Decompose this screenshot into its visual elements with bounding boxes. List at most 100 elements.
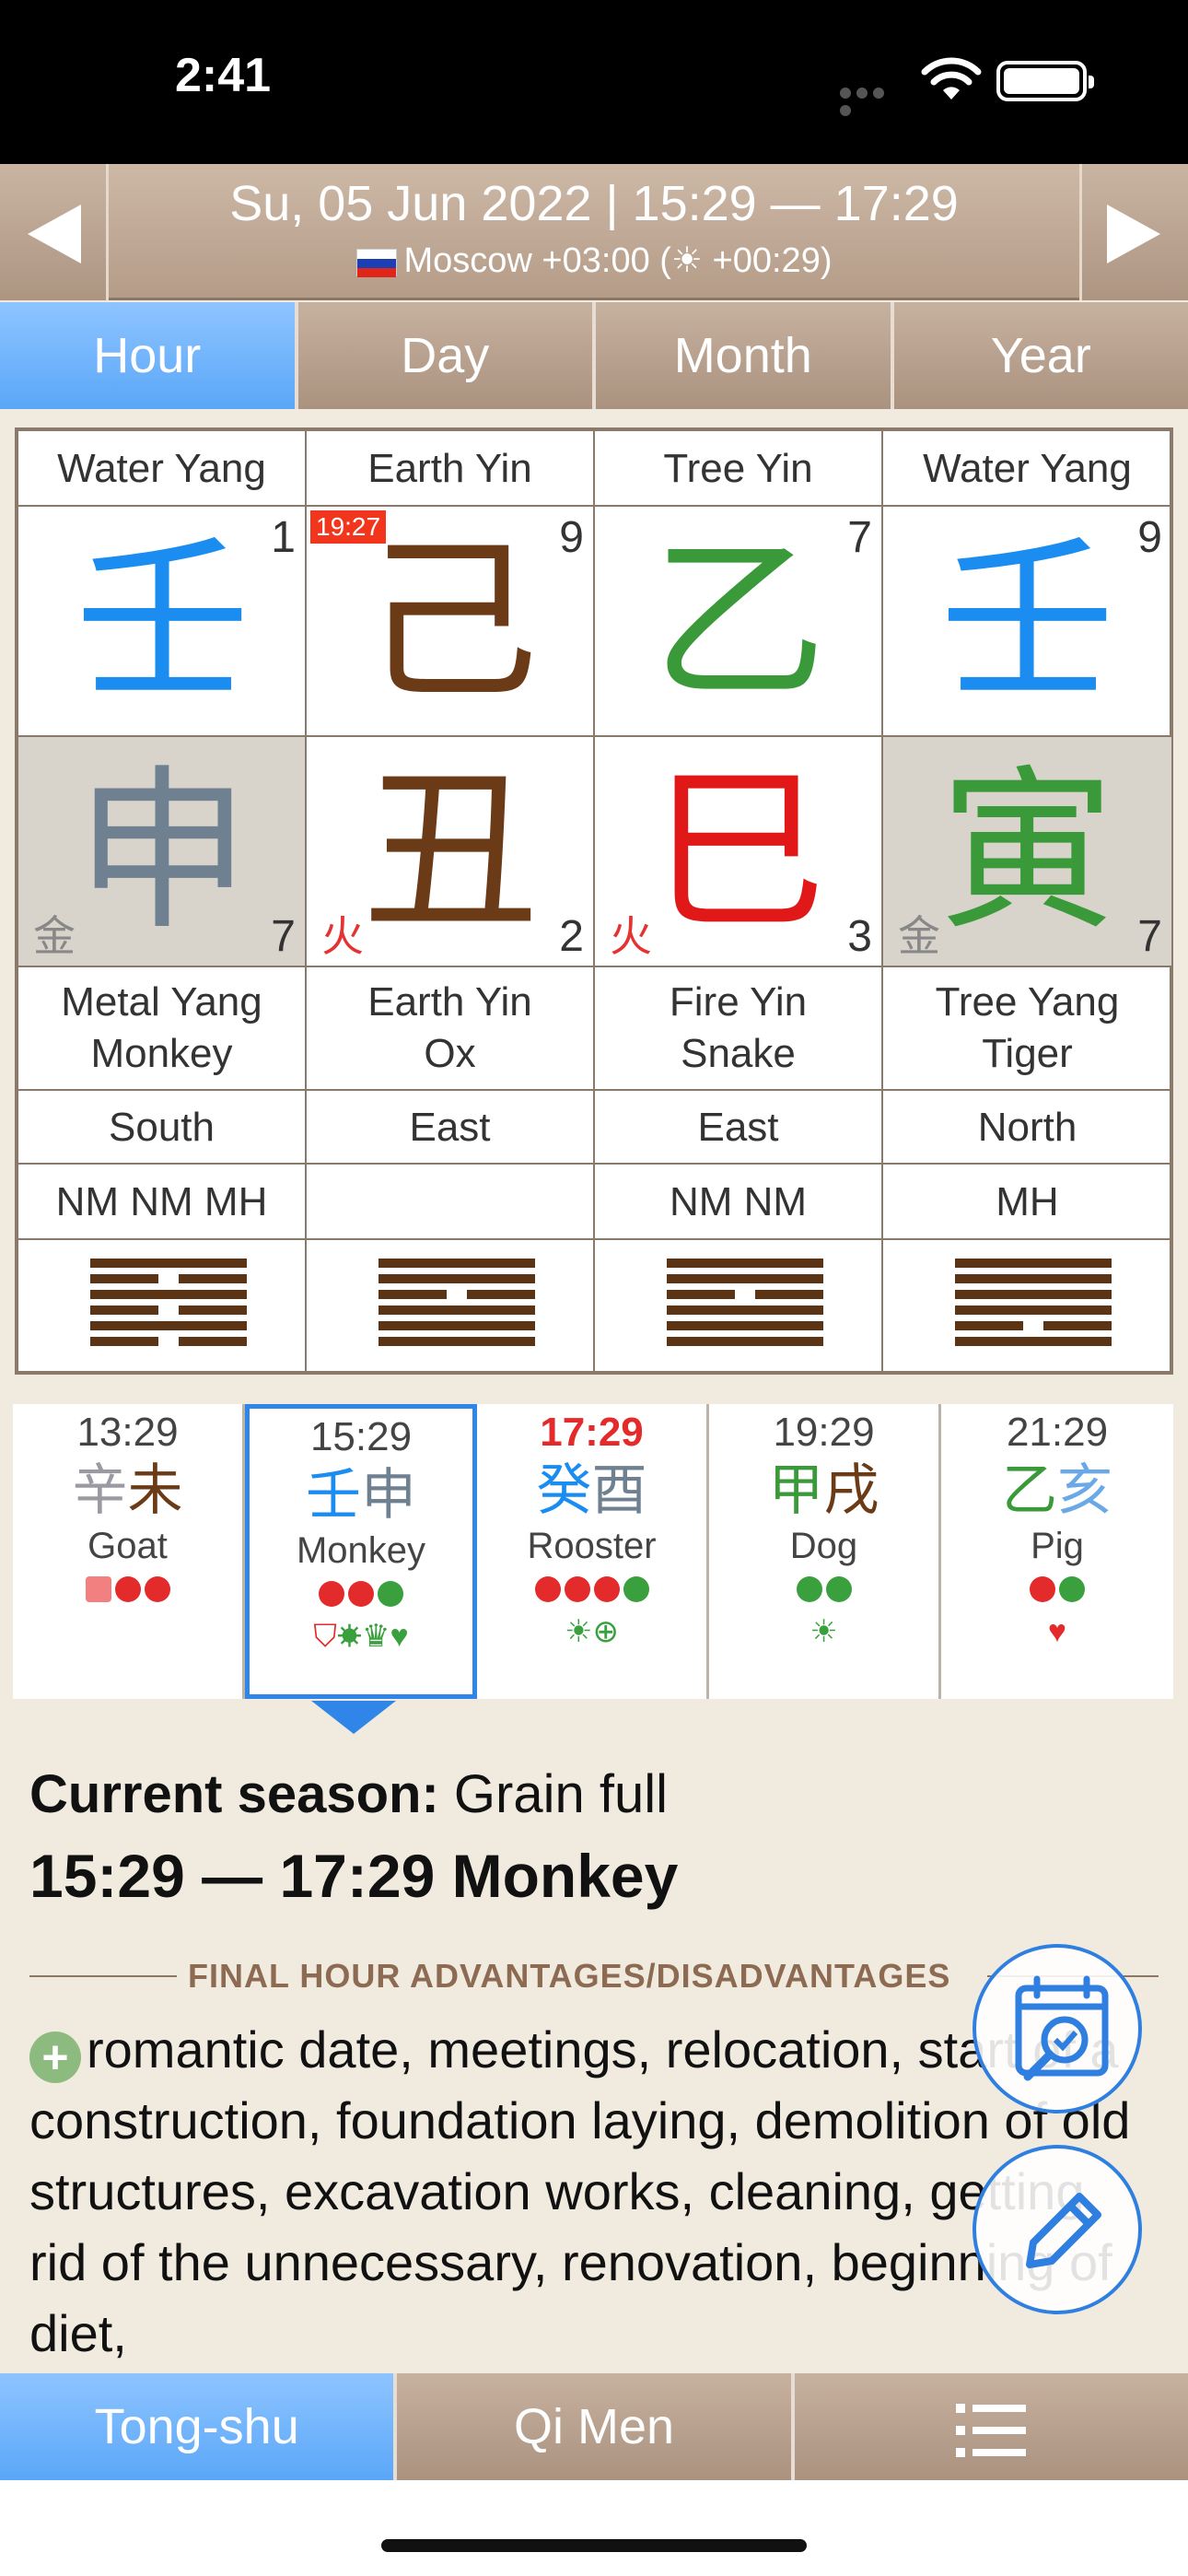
hour-time: 21:29 [1006,1410,1109,1455]
branch-element-symbol: 火 [610,912,652,960]
earthly-branch-cell[interactable]: 丑 火 2 [307,737,595,967]
red-dot-icon [564,1576,590,1602]
hour-card-dog[interactable]: 19:29 甲戌 Dog ☀ [709,1404,941,1699]
hour-icons: ☀⊕ [565,1614,619,1649]
hexagram-cell[interactable] [18,1240,307,1371]
hour-branch: 酉 [591,1458,647,1523]
animal-cell: Earth Yin Ox [307,967,595,1091]
animal-cell: Tree Yang Tiger [883,967,1171,1091]
earthly-branch-cell[interactable]: 申 金 7 [18,737,307,967]
hexagram-line [90,1274,158,1283]
animal-name: Tiger [982,1031,1073,1076]
hour-chars: 辛未 [13,1456,242,1526]
heavenly-stem-cell[interactable]: 壬 9 [883,507,1171,737]
direction-cell: East [595,1091,883,1165]
heavenly-stem-cell[interactable]: 壬 1 [18,507,307,737]
crown-icon: ♛ [362,1619,390,1654]
hexagram-line [955,1306,1112,1315]
hour-stem: 壬 [306,1463,361,1528]
location-text: Moscow +03:00 (☀ +00:29) [403,241,833,280]
stars-cell [307,1165,595,1240]
hour-card-rooster[interactable]: 17:29 癸酉 Rooster ☀⊕ [477,1404,709,1699]
hexagram-line [667,1274,823,1283]
heavenly-stem-cell[interactable]: 19:27 己 9 [307,507,595,737]
hexagram-line [955,1274,1112,1283]
arrow-right-icon [1107,205,1160,263]
red-dot-icon [1030,1576,1055,1602]
hour-card-monkey[interactable]: 15:29 壬申 Monkey ⛉☀♛♥ [245,1404,477,1699]
location-line[interactable]: Moscow +03:00 (☀ +00:29) [112,240,1076,281]
shield-icon: ⛉ [313,1619,337,1654]
pillar-month: Tree Yin 乙 7 巳 火 3 Fire Yin Snake East N… [595,431,883,1371]
tab-menu[interactable] [794,2373,1188,2480]
tab-hour[interactable]: Hour [0,302,298,409]
hexagram-line [667,1337,823,1346]
hour-card-goat[interactable]: 13:29 辛未 Goat [13,1404,245,1699]
hour-chars: 壬申 [250,1460,472,1530]
hexagram-icon [90,1259,247,1346]
hour-chars: 乙亥 [941,1456,1173,1526]
tab-year[interactable]: Year [893,302,1188,409]
signal-dots-icon [840,85,904,116]
hexagram-cell[interactable] [883,1240,1171,1371]
hexagram-cell[interactable] [595,1240,883,1371]
animal-element: Metal Yang [61,979,262,1025]
date-range[interactable]: Su, 05 Jun 2022 | 15:29 — 17:29 [112,175,1076,232]
wifi-icon [921,57,982,100]
green-dot-icon [378,1581,403,1607]
animal-element: Fire Yin [669,979,808,1025]
arrow-left-icon [28,205,81,263]
previous-button[interactable] [0,164,109,300]
earthly-branch-cell[interactable]: 巳 火 3 [595,737,883,967]
hexagram-line [379,1259,535,1268]
next-button[interactable] [1079,164,1188,300]
hour-icons: ♥ [941,1613,1173,1650]
calendar-search-button[interactable] [973,1944,1142,2113]
earthly-branch-cell[interactable]: 寅 金 7 [883,737,1171,967]
quality-dots [250,1581,472,1610]
hour-selector: 13:29 辛未 Goat 15:29 壬申 Monkey ⛉☀♛♥ 17:29… [13,1404,1175,1701]
tab-qi-men[interactable]: Qi Men [397,2373,795,2480]
heavenly-stem-cell[interactable]: 乙 7 [595,507,883,737]
branch-element-symbol: 火 [321,912,364,960]
hexagram-line [955,1290,1112,1299]
current-season: Current season: Grain full [29,1763,668,1825]
animal-name: Monkey [90,1031,233,1076]
hexagram-line [667,1290,735,1299]
hexagram-icon [379,1259,535,1346]
home-indicator[interactable] [381,2539,807,2552]
pencil-icon [1026,2193,1101,2268]
stem-char: 壬 [75,520,250,723]
red-dot-icon [144,1576,170,1602]
hexagram-line [379,1274,535,1283]
heart-icon: ♥ [390,1619,409,1654]
selection-pointer-icon [311,1701,396,1734]
branch-number: 7 [1137,912,1162,961]
hexagram-line [90,1290,247,1299]
hour-card-pig[interactable]: 21:29 乙亥 Pig ♥ [941,1404,1173,1699]
hour-stem: 乙 [1002,1458,1057,1523]
pillar-element: Water Yang [18,431,307,507]
animal-element: Earth Yin [367,979,532,1025]
pillar-element: Water Yang [883,431,1171,507]
pillar-day: Earth Yin 19:27 己 9 丑 火 2 Earth Yin Ox E… [307,431,595,1371]
hexagram-cell[interactable] [307,1240,595,1371]
hexagram-line [90,1321,247,1330]
red-dot-icon [534,1576,561,1602]
stem-number: 1 [271,513,296,562]
tab-day[interactable]: Day [297,302,596,409]
edit-button[interactable] [973,2145,1142,2314]
tab-month[interactable]: Month [596,302,894,409]
status-bar: 2:41 [0,0,1188,164]
section-heading-text: FINAL HOUR ADVANTAGES/DISADVANTAGES [188,1957,951,1995]
hexagram-line [955,1337,1112,1346]
red-dot-icon [85,1576,111,1602]
tab-tong-shu[interactable]: Tong-shu [0,2373,398,2480]
hexagram-line [179,1306,247,1315]
green-dot-icon [1059,1576,1085,1602]
animal-cell: Metal Yang Monkey [18,967,307,1091]
branch-number: 2 [559,912,584,961]
hexagram-line [467,1290,535,1299]
hour-time: 17:29 [540,1410,644,1455]
hexagram-line [955,1321,1023,1330]
